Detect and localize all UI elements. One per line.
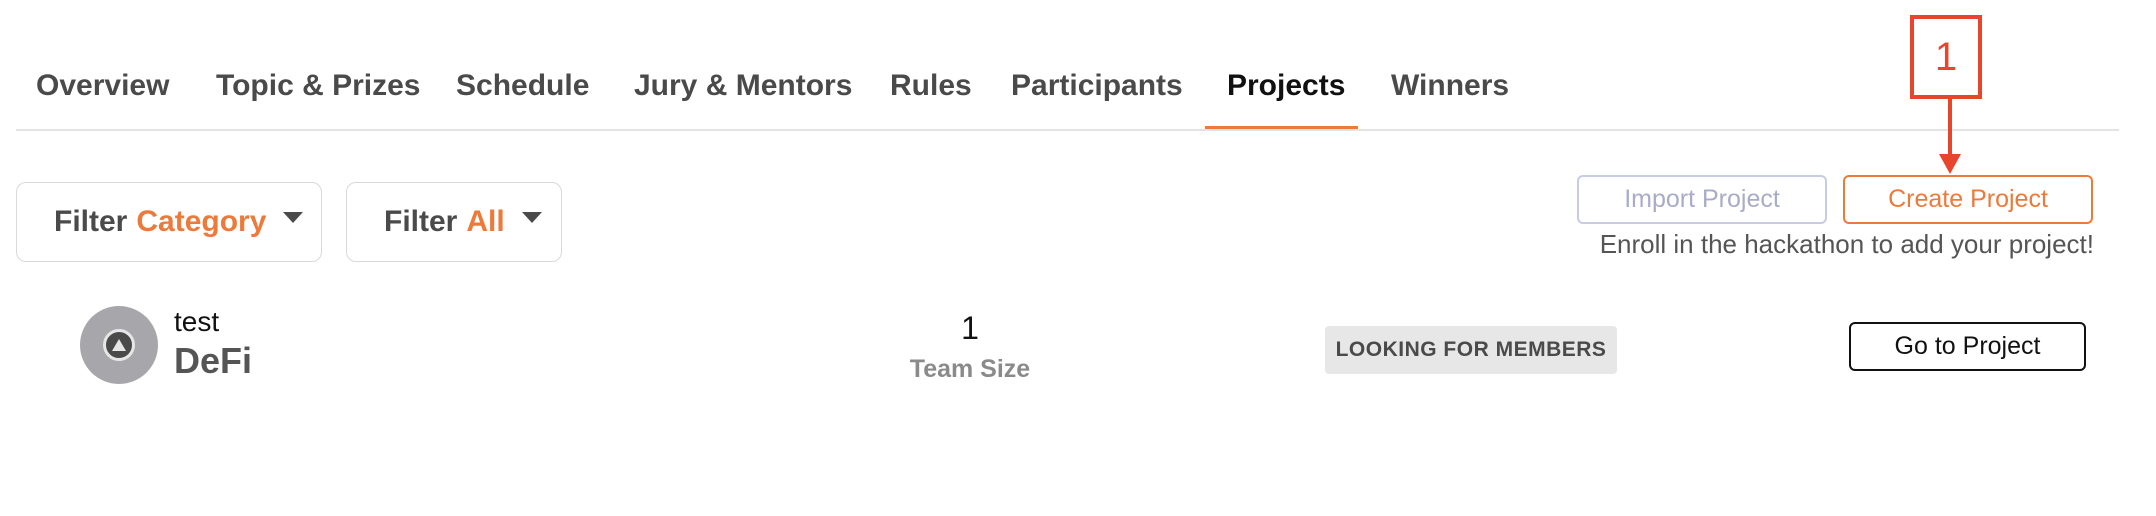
team-size-value: 1 bbox=[961, 310, 979, 346]
tab-winners[interactable]: Winners bbox=[1391, 64, 1509, 108]
tab-bar: Overview Topic & Prizes Schedule Jury & … bbox=[16, 0, 2119, 131]
filter-category-button[interactable]: Filter Category bbox=[16, 182, 322, 262]
tab-rules[interactable]: Rules bbox=[890, 64, 972, 108]
filter-all-button[interactable]: Filter All bbox=[346, 182, 562, 262]
tab-overview[interactable]: Overview bbox=[36, 64, 169, 108]
create-project-button[interactable]: Create Project bbox=[1843, 175, 2093, 224]
filter-category-prefix: Filter bbox=[54, 205, 128, 238]
import-project-button[interactable]: Import Project bbox=[1577, 175, 1827, 224]
project-logo-icon bbox=[103, 329, 135, 361]
project-category: DeFi bbox=[174, 340, 253, 381]
project-row: test DeFi 1 Team Size LOOKING FOR MEMBER… bbox=[0, 300, 2156, 400]
tab-participants[interactable]: Participants bbox=[1011, 64, 1183, 108]
filter-all-value: All bbox=[466, 205, 505, 238]
tab-projects[interactable]: Projects bbox=[1227, 64, 1345, 108]
project-name: test bbox=[174, 306, 220, 337]
annotation-arrow-icon bbox=[1939, 96, 1961, 174]
go-to-project-button[interactable]: Go to Project bbox=[1849, 322, 2086, 371]
caret-down-icon bbox=[521, 211, 542, 223]
team-size-label: Team Size bbox=[909, 355, 1031, 383]
active-tab-underline bbox=[1205, 126, 1358, 129]
tab-topic-prizes[interactable]: Topic & Prizes bbox=[216, 64, 421, 108]
annotation-step-number: 1 bbox=[1934, 34, 1958, 79]
tab-schedule[interactable]: Schedule bbox=[456, 64, 589, 108]
filter-category-value: Category bbox=[136, 205, 267, 238]
caret-down-icon bbox=[283, 211, 304, 223]
project-avatar bbox=[80, 306, 158, 384]
tab-jury-mentors[interactable]: Jury & Mentors bbox=[634, 64, 852, 108]
filter-all-prefix: Filter bbox=[384, 205, 458, 238]
enroll-note: Enroll in the hackathon to add your proj… bbox=[1599, 229, 2094, 259]
annotation-step-box: 1 bbox=[1910, 15, 1982, 99]
status-badge: LOOKING FOR MEMBERS bbox=[1325, 326, 1617, 374]
